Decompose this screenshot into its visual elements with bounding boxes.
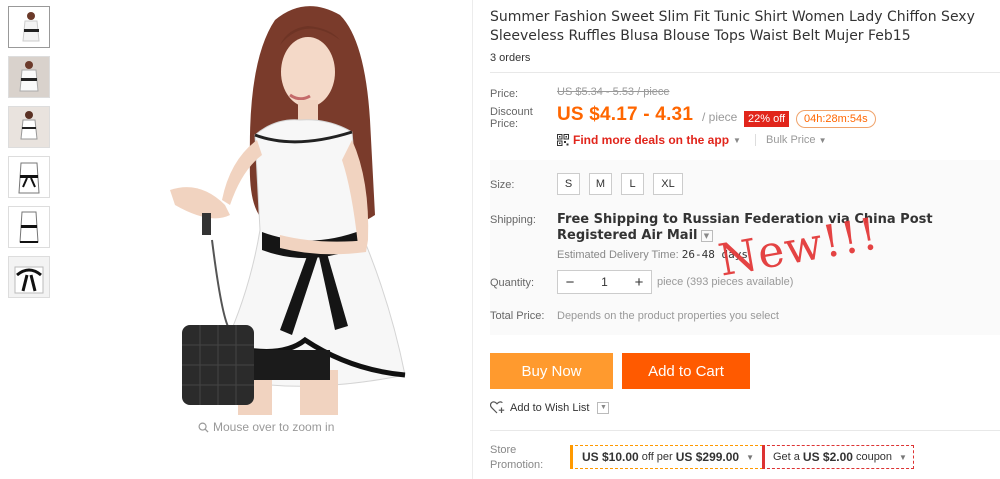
add-to-cart-button[interactable]: Add to Cart xyxy=(622,353,750,389)
wishlist-text: Add to Wish List xyxy=(510,401,590,414)
delivery-label: Estimated Delivery Time: xyxy=(557,249,679,261)
total-price-label: Total Price: xyxy=(490,310,545,322)
stock-note: piece (393 pieces available) xyxy=(657,276,794,288)
bulk-price-link[interactable]: Bulk Price ▼ xyxy=(755,134,827,146)
caret-down-icon: ▼ xyxy=(733,135,741,145)
thumbnail-5[interactable] xyxy=(8,206,50,248)
quantity-plus-button[interactable]: + xyxy=(627,274,651,291)
quantity-stepper: − 1 + xyxy=(557,270,652,294)
product-detail-panel: Summer Fashion Sweet Slim Fit Tunic Shir… xyxy=(490,0,1000,479)
size-option-xl[interactable]: XL xyxy=(653,173,683,195)
divider xyxy=(490,430,1000,431)
qr-code-icon xyxy=(557,134,569,146)
discount-label-line1: Discount xyxy=(490,106,533,118)
coupon-prefix: Get a xyxy=(773,451,800,463)
size-option-s[interactable]: S xyxy=(557,173,580,195)
coupon-amount: US $2.00 xyxy=(802,450,853,464)
quantity-minus-button[interactable]: − xyxy=(558,274,582,291)
order-count: 3 orders xyxy=(490,52,531,64)
coupon-discount-amount: US $10.00 xyxy=(582,450,639,464)
thumbnail-6[interactable] xyxy=(8,256,50,298)
bulk-price-text: Bulk Price xyxy=(766,134,816,146)
store-discount-coupon[interactable]: US $10.00 off per US $299.00 ▼ xyxy=(570,445,764,469)
divider xyxy=(490,72,1000,73)
column-divider xyxy=(472,0,473,479)
price-unit: / piece xyxy=(702,110,738,124)
thumbnail-1[interactable] xyxy=(8,6,50,48)
caret-down-icon: ▼ xyxy=(899,452,907,462)
heart-plus-icon xyxy=(490,401,505,414)
discount-badge: 22% off xyxy=(744,111,790,127)
zoom-hint: Mouse over to zoom in xyxy=(198,420,334,434)
buy-now-button[interactable]: Buy Now xyxy=(490,353,613,389)
coupon-connector: off per xyxy=(641,451,673,463)
caret-down-icon: ▼ xyxy=(746,452,755,462)
thumbnail-list xyxy=(8,6,52,306)
product-title: Summer Fashion Sweet Slim Fit Tunic Shir… xyxy=(490,9,975,44)
chevron-down-icon[interactable]: ▼ xyxy=(700,229,713,242)
countdown-timer: 04h:28m:54s xyxy=(796,110,876,128)
store-promotion-label-line1: Store xyxy=(490,444,517,456)
caret-down-icon: ▼ xyxy=(818,136,827,145)
app-deals-text: Find more deals on the app xyxy=(573,133,730,147)
original-price: US $5.34 - 5.53 / piece xyxy=(557,86,670,98)
price-label: Price: xyxy=(490,88,519,100)
discount-label-line2: Price: xyxy=(490,118,519,130)
size-label: Size: xyxy=(490,179,515,191)
quantity-label: Quantity: xyxy=(490,277,535,289)
get-coupon-button[interactable]: Get a US $2.00 coupon ▼ xyxy=(762,445,914,469)
coupon-threshold: US $299.00 xyxy=(675,450,740,464)
shipping-label: Shipping: xyxy=(490,214,536,226)
total-price-note: Depends on the product properties you se… xyxy=(557,310,779,322)
main-product-image[interactable] xyxy=(130,0,450,415)
thumbnail-2[interactable] xyxy=(8,56,50,98)
size-options: S M L XL xyxy=(557,173,683,195)
quantity-input[interactable]: 1 xyxy=(582,275,627,289)
add-to-wishlist-link[interactable]: Add to Wish List ▼ xyxy=(490,401,610,414)
zoom-hint-text: Mouse over to zoom in xyxy=(213,420,335,434)
discount-price: US $4.17 - 4.31 xyxy=(557,104,694,125)
magnifier-icon xyxy=(198,422,209,433)
store-promotion-label: Store Promotion: xyxy=(490,444,555,471)
store-promotion-label-line2: Promotion: xyxy=(490,459,544,471)
chevron-down-icon[interactable]: ▼ xyxy=(597,401,610,414)
app-deals-link[interactable]: Find more deals on the app ▼ xyxy=(557,133,741,147)
thumbnail-3[interactable] xyxy=(8,106,50,148)
size-option-m[interactable]: M xyxy=(589,173,612,195)
thumbnail-4[interactable] xyxy=(8,156,50,198)
size-option-l[interactable]: L xyxy=(621,173,644,195)
coupon-suffix: coupon xyxy=(855,451,893,463)
